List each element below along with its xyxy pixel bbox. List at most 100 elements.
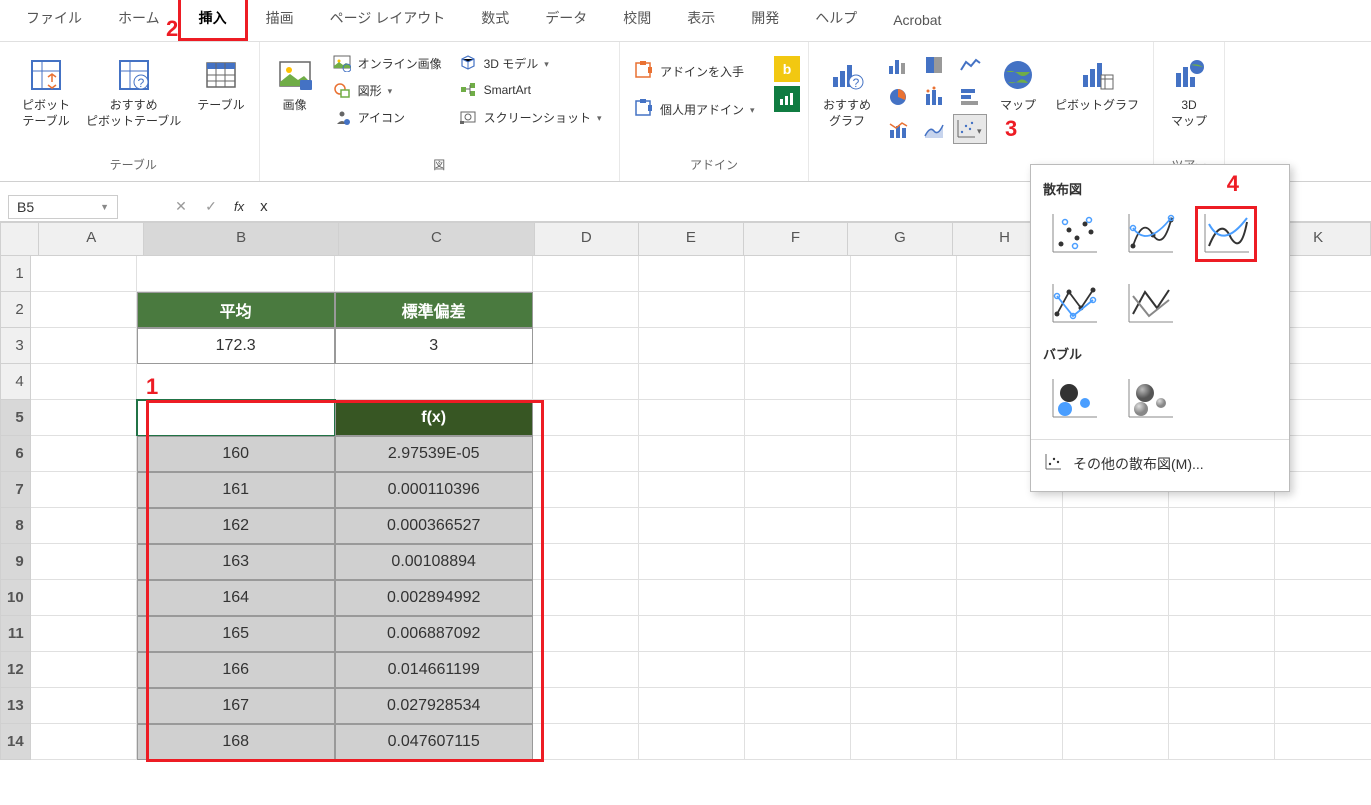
- col-header-B[interactable]: B: [144, 222, 339, 256]
- cell-std-value[interactable]: 3: [335, 328, 533, 364]
- tab-review[interactable]: 校閲: [605, 0, 669, 41]
- scatter-smooth-option[interactable]: [1195, 206, 1257, 262]
- cell[interactable]: [851, 508, 957, 544]
- cell[interactable]: [745, 364, 851, 400]
- col-header-A[interactable]: A: [39, 222, 144, 256]
- 3dmodel-button[interactable]: 3D モデル: [452, 50, 611, 76]
- 3dmap-button[interactable]: 3Dマップ: [1162, 50, 1216, 133]
- cell[interactable]: 168: [137, 724, 335, 760]
- cell[interactable]: [851, 724, 957, 760]
- cell[interactable]: 166: [137, 652, 335, 688]
- enter-formula-button[interactable]: ✓: [196, 198, 226, 215]
- bubble-option[interactable]: [1043, 371, 1105, 427]
- statistic-chart-button[interactable]: [917, 82, 951, 112]
- cell[interactable]: [851, 436, 957, 472]
- cell[interactable]: [31, 292, 137, 328]
- cell[interactable]: [31, 364, 137, 400]
- col-header-E[interactable]: E: [639, 222, 744, 256]
- cell[interactable]: [31, 616, 137, 652]
- cell[interactable]: [31, 580, 137, 616]
- cell[interactable]: [745, 580, 851, 616]
- cell[interactable]: [533, 472, 639, 508]
- cell[interactable]: [31, 508, 137, 544]
- cell[interactable]: [1169, 508, 1275, 544]
- row-header-10[interactable]: 10: [0, 580, 31, 616]
- cell[interactable]: [957, 724, 1063, 760]
- cell-std-label[interactable]: 標準偏差: [335, 292, 533, 328]
- tab-file[interactable]: ファイル: [8, 0, 100, 41]
- cell[interactable]: [851, 364, 957, 400]
- cell[interactable]: [1275, 544, 1371, 580]
- cell[interactable]: 165: [137, 616, 335, 652]
- pivot-table-button[interactable]: ピボットテーブル: [16, 50, 76, 133]
- cell[interactable]: [1169, 688, 1275, 724]
- cell[interactable]: [1063, 652, 1169, 688]
- cell[interactable]: [533, 436, 639, 472]
- tab-help[interactable]: ヘルプ: [797, 0, 875, 41]
- cell[interactable]: 167: [137, 688, 335, 724]
- cell[interactable]: [745, 544, 851, 580]
- cell[interactable]: [533, 256, 639, 292]
- cell[interactable]: [1275, 724, 1371, 760]
- cell[interactable]: [745, 652, 851, 688]
- cell[interactable]: 161: [137, 472, 335, 508]
- row-header-4[interactable]: 4: [0, 364, 31, 400]
- cell[interactable]: [639, 292, 745, 328]
- scatter-chart-button[interactable]: [953, 114, 987, 144]
- row-header-1[interactable]: 1: [0, 256, 31, 292]
- line-chart-button[interactable]: [953, 50, 987, 80]
- scatter-smooth-markers-option[interactable]: [1119, 206, 1181, 262]
- cell[interactable]: [533, 652, 639, 688]
- column-chart-button[interactable]: [881, 50, 915, 80]
- cell[interactable]: [137, 364, 335, 400]
- cell[interactable]: [851, 400, 957, 436]
- cell[interactable]: [31, 256, 137, 292]
- tab-data[interactable]: データ: [527, 0, 605, 41]
- screenshot-button[interactable]: スクリーンショット: [452, 104, 611, 130]
- recommended-charts-button[interactable]: ? おすすめグラフ: [817, 50, 877, 133]
- cell[interactable]: [533, 688, 639, 724]
- tab-insert[interactable]: 挿入: [178, 0, 248, 41]
- cell[interactable]: [851, 580, 957, 616]
- shapes-button[interactable]: 図形: [326, 77, 448, 103]
- combo-chart-button[interactable]: [881, 114, 915, 144]
- cell[interactable]: [1063, 688, 1169, 724]
- bing-maps-icon[interactable]: b: [774, 56, 800, 82]
- cell[interactable]: [639, 688, 745, 724]
- cell-mean-value[interactable]: 172.3: [137, 328, 335, 364]
- cell[interactable]: [639, 256, 745, 292]
- cell[interactable]: 160: [137, 436, 335, 472]
- my-addins-button[interactable]: 個人用アドイン: [628, 96, 764, 122]
- cell[interactable]: [957, 544, 1063, 580]
- cell[interactable]: [1169, 616, 1275, 652]
- cell[interactable]: [745, 436, 851, 472]
- cell[interactable]: [745, 292, 851, 328]
- col-header-D[interactable]: D: [535, 222, 640, 256]
- row-header-8[interactable]: 8: [0, 508, 31, 544]
- cell[interactable]: [745, 400, 851, 436]
- cell[interactable]: [1169, 544, 1275, 580]
- row-header-13[interactable]: 13: [0, 688, 31, 724]
- cell[interactable]: [639, 508, 745, 544]
- cell[interactable]: [1275, 688, 1371, 724]
- col-header-C[interactable]: C: [339, 222, 534, 256]
- row-header-9[interactable]: 9: [0, 544, 31, 580]
- cell[interactable]: [957, 616, 1063, 652]
- cell[interactable]: [31, 544, 137, 580]
- cell[interactable]: 0.002894992: [335, 580, 533, 616]
- cell[interactable]: [31, 328, 137, 364]
- cell[interactable]: [1169, 652, 1275, 688]
- cell[interactable]: [31, 436, 137, 472]
- cell[interactable]: [639, 472, 745, 508]
- cell[interactable]: [851, 328, 957, 364]
- recommended-pivot-button[interactable]: ? おすすめピボットテーブル: [80, 50, 187, 133]
- cell[interactable]: [1275, 580, 1371, 616]
- cell[interactable]: 2.97539E-05: [335, 436, 533, 472]
- cell[interactable]: [1063, 508, 1169, 544]
- cell[interactable]: 163: [137, 544, 335, 580]
- tab-view[interactable]: 表示: [669, 0, 733, 41]
- icons-button[interactable]: アイコン: [326, 104, 448, 130]
- row-header-6[interactable]: 6: [0, 436, 31, 472]
- cell-x-header[interactable]: x: [137, 400, 335, 436]
- cell[interactable]: 162: [137, 508, 335, 544]
